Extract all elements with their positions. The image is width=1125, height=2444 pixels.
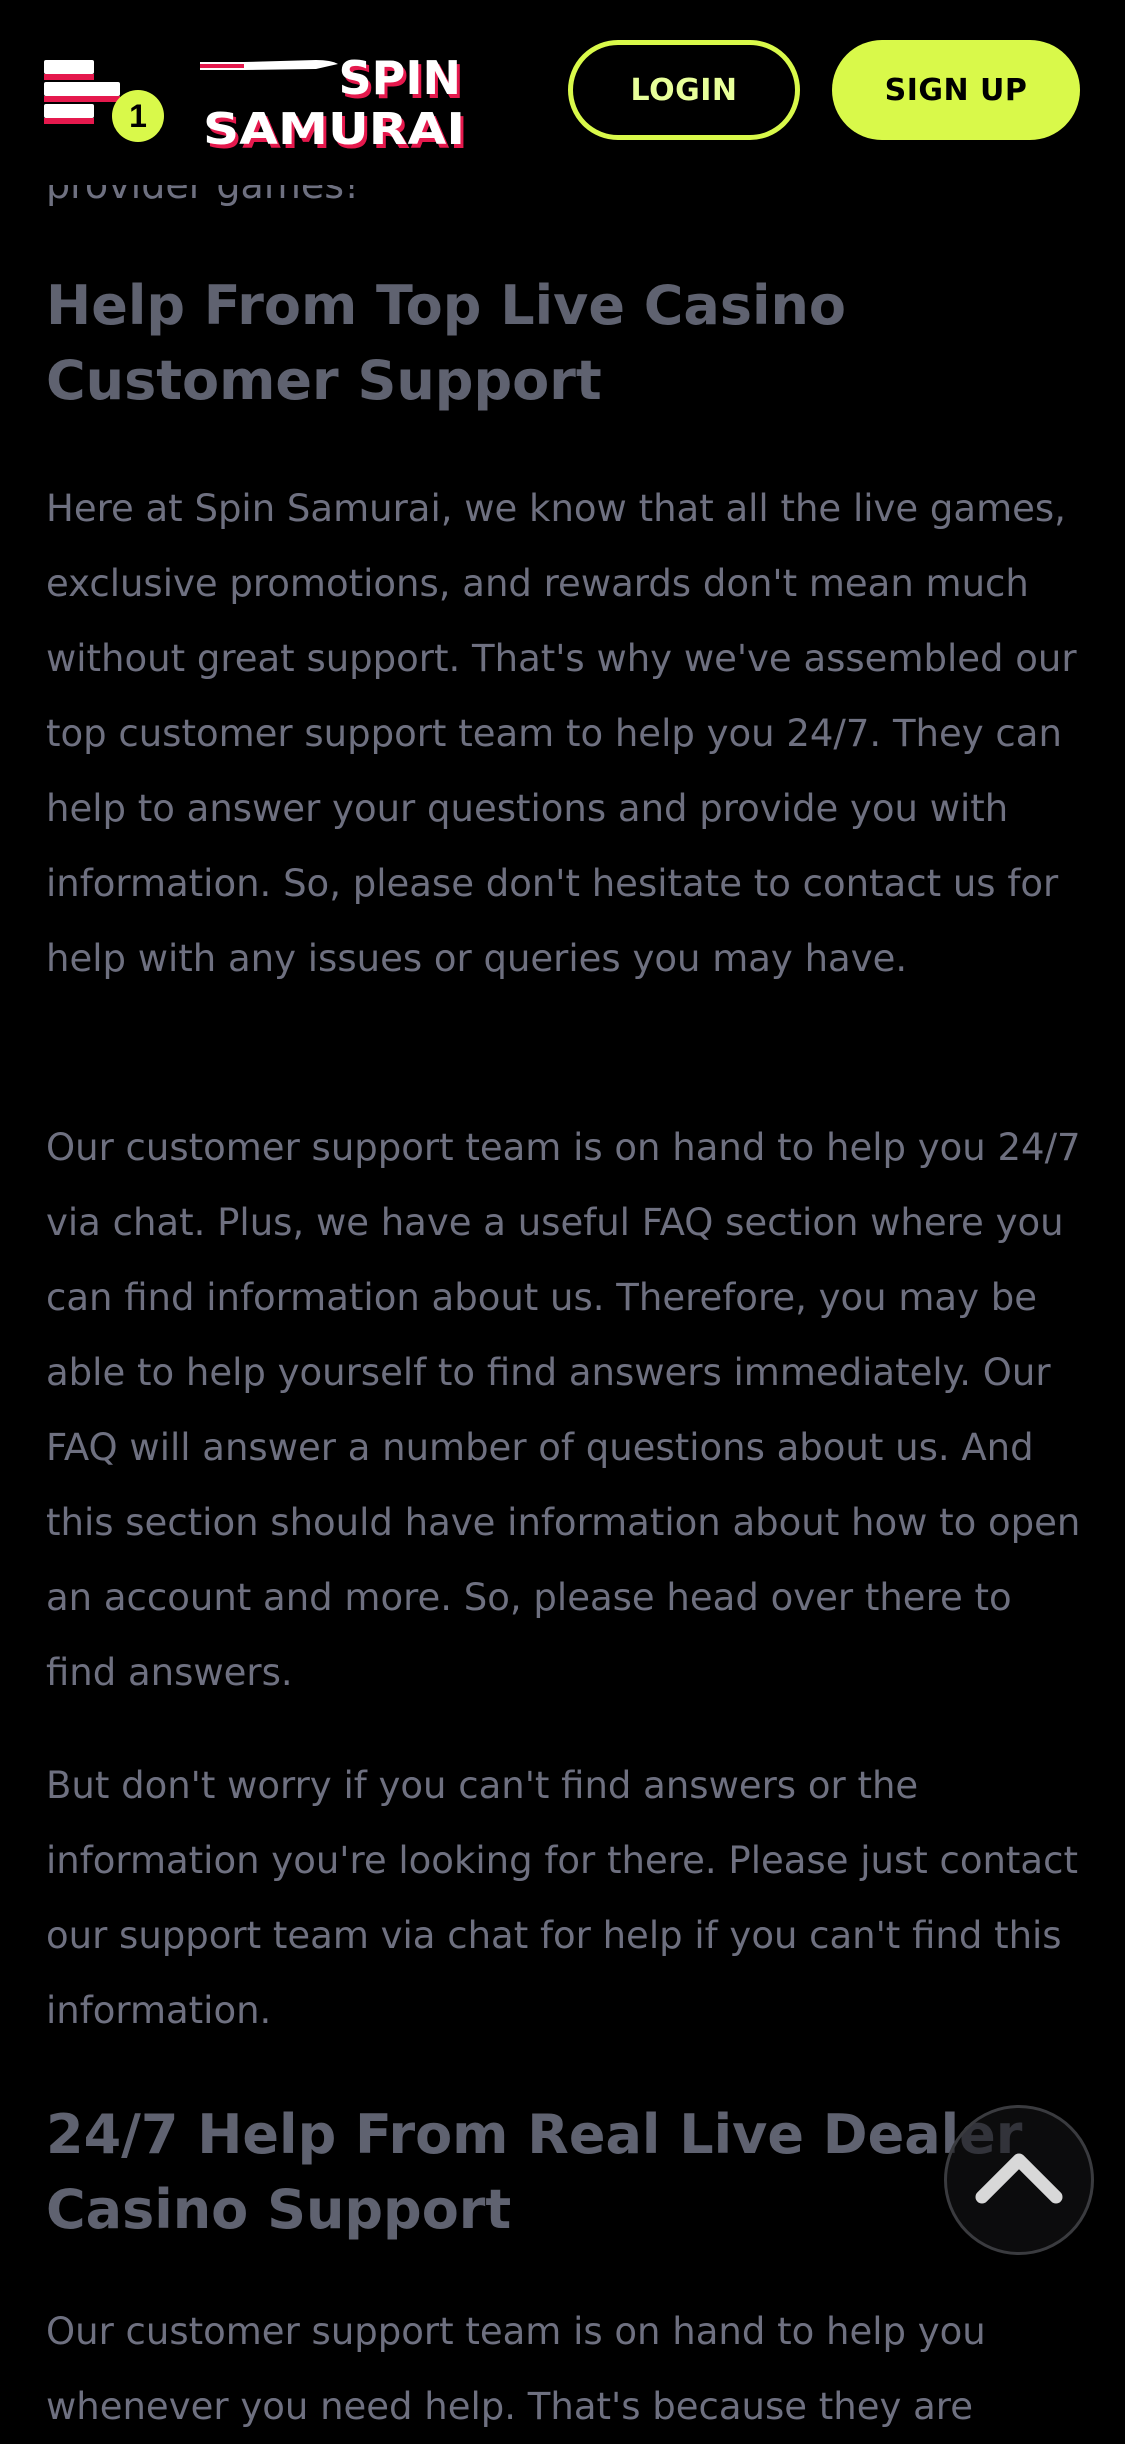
paragraph-contact: But don't worry if you can't find answer… xyxy=(46,1764,1078,2032)
logo-sword-blade xyxy=(244,60,338,70)
paragraph-faq: Our customer support team is on hand to … xyxy=(46,1126,1081,1694)
menu-notification-badge: 1 xyxy=(112,90,164,142)
logo-text-line2: SAMURAI xyxy=(203,104,465,155)
logo-text-line1: SPIN xyxy=(339,56,461,105)
login-button[interactable]: LOGIN xyxy=(568,40,800,140)
paragraph-intro: Here at Spin Samurai, we know that all t… xyxy=(46,487,1077,980)
heading-live-dealer-support: 24/7 Help From Real Live Dealer Casino S… xyxy=(46,2103,1023,2241)
paragraph-support-team: Our customer support team is on hand to … xyxy=(46,2310,986,2428)
chevron-up-icon xyxy=(975,2153,1063,2204)
menu-button[interactable]: 1 xyxy=(44,60,164,142)
site-header: 1 SPIN SPIN SAMURAI SAMURAI LOGIN SIGN U… xyxy=(0,0,1125,185)
scroll-to-top-button[interactable] xyxy=(944,2105,1094,2255)
spin-samurai-logo[interactable]: SPIN SPIN SAMURAI SAMURAI xyxy=(196,56,472,156)
heading-customer-support: Help From Top Live Casino Customer Suppo… xyxy=(46,274,847,412)
sign-up-button[interactable]: SIGN UP xyxy=(832,40,1080,140)
